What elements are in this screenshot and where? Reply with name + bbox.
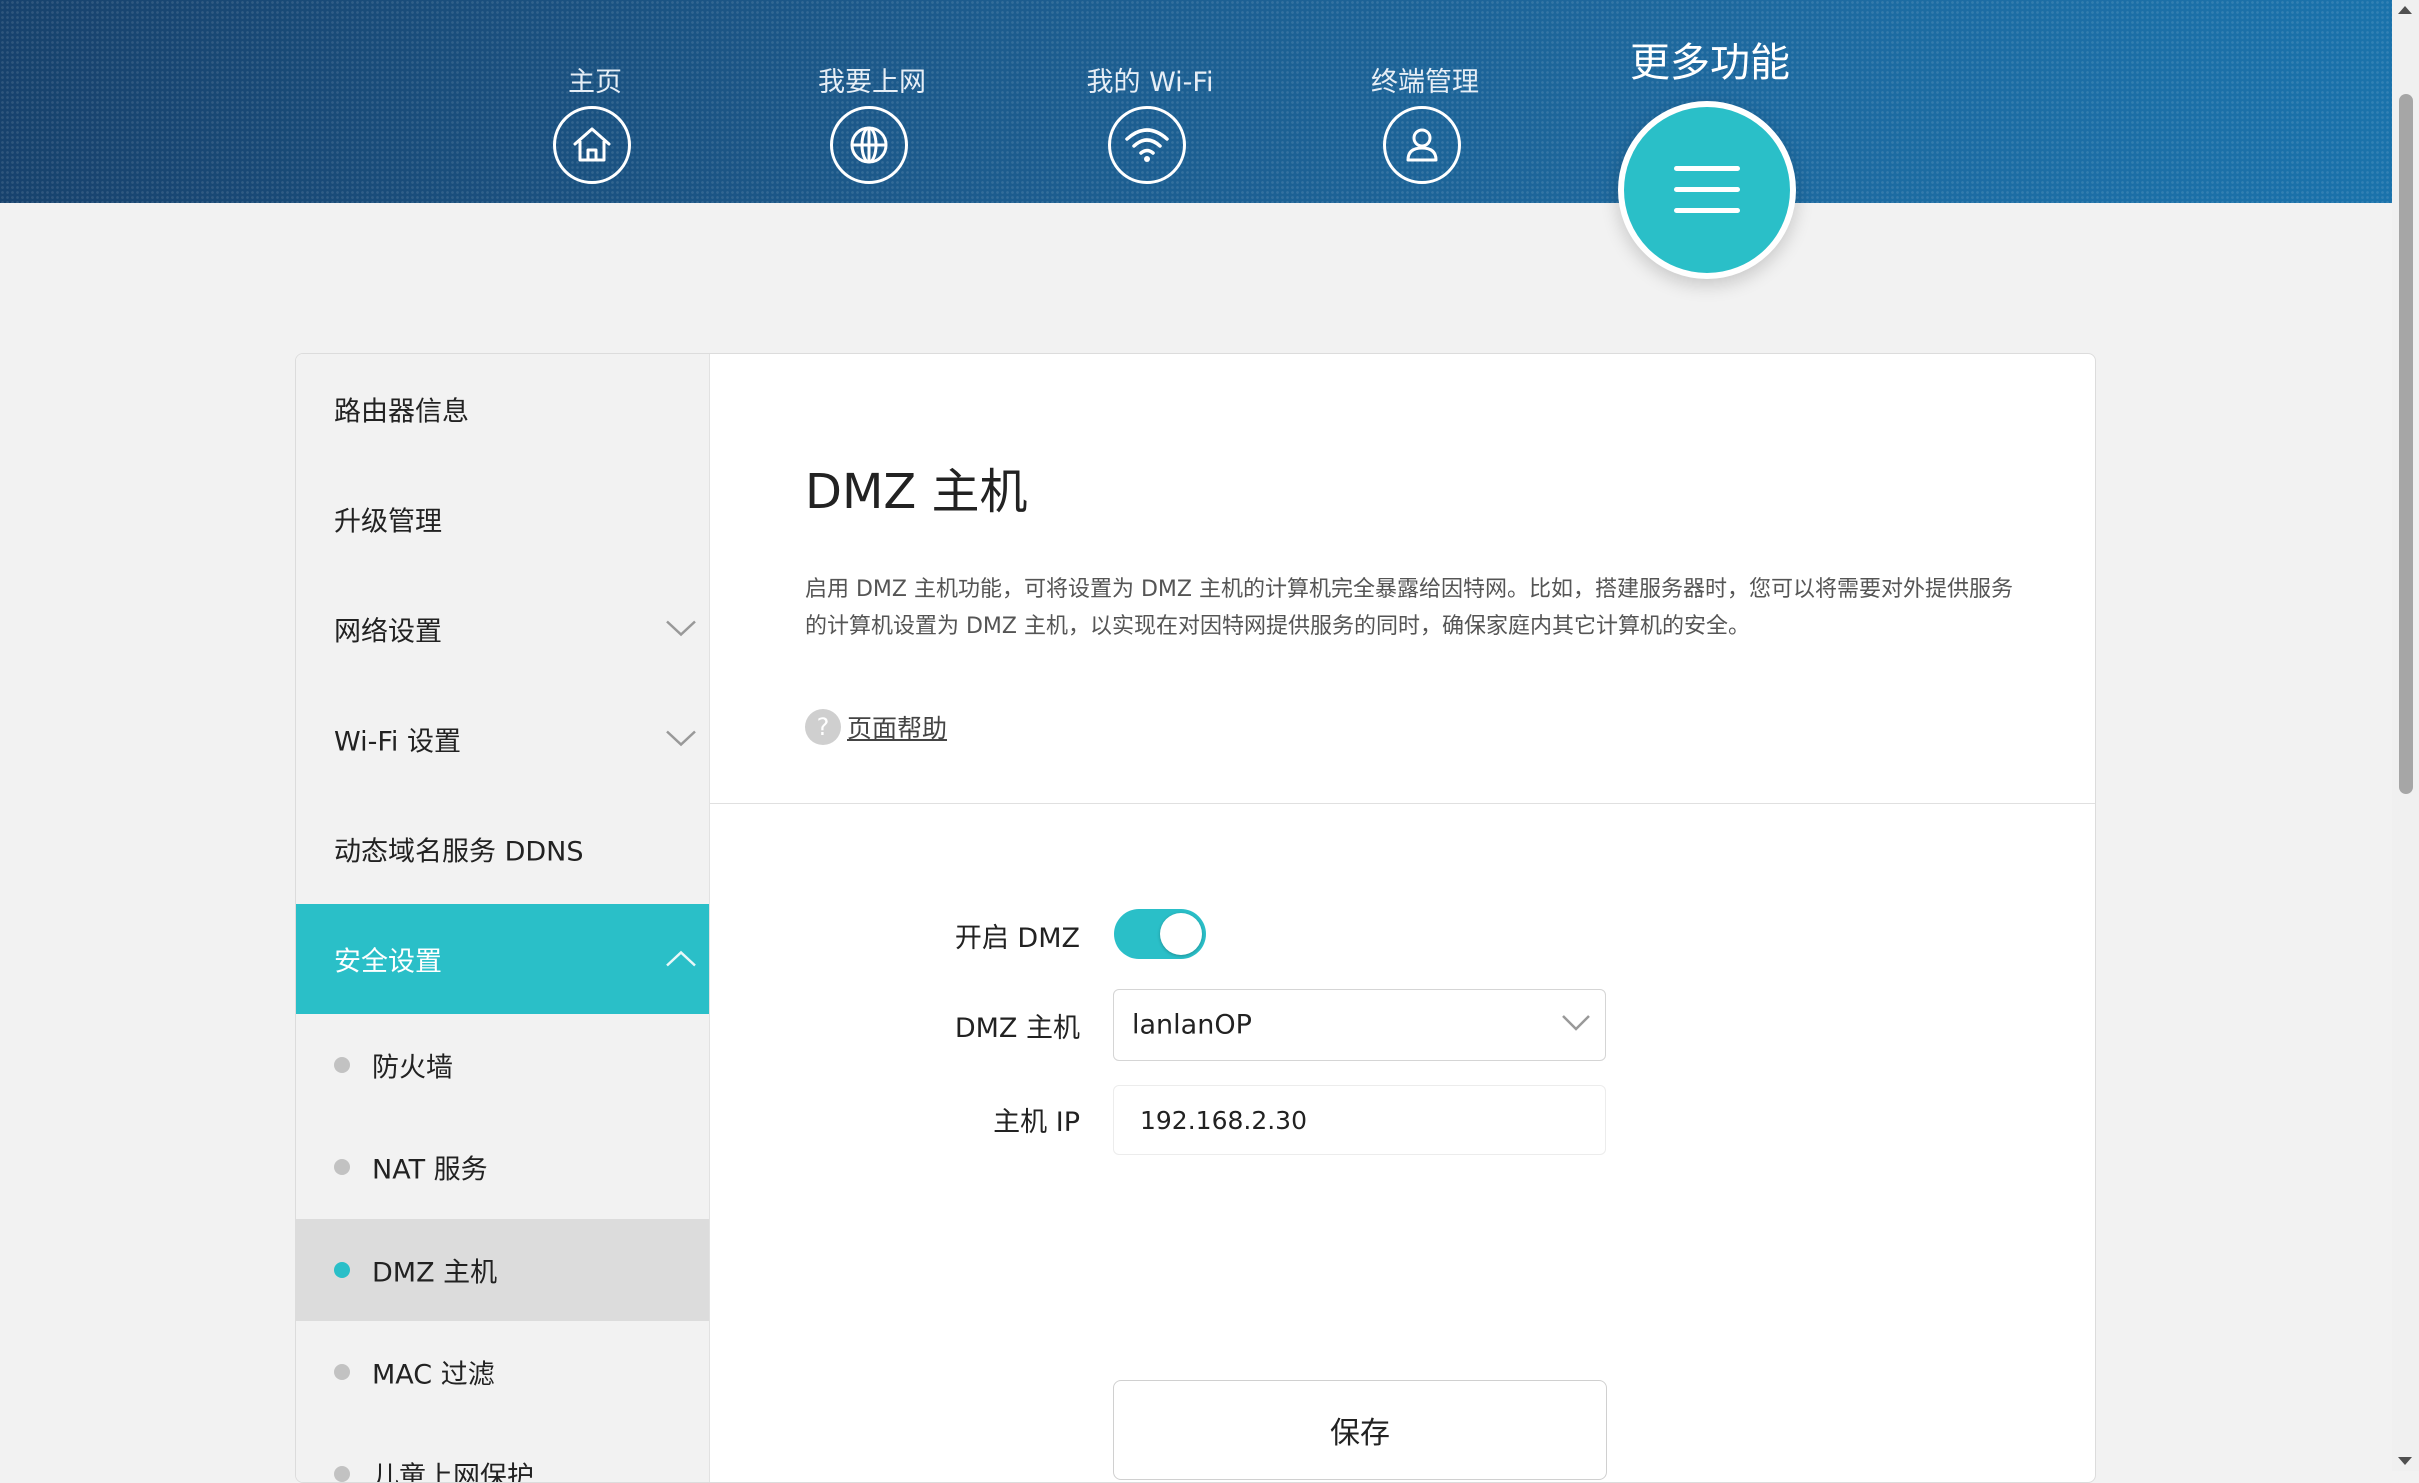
- dmz-host-select[interactable]: lanlanOP: [1113, 989, 1606, 1061]
- dmz-host-value: lanlanOP: [1132, 1010, 1252, 1041]
- scroll-up-icon[interactable]: [2398, 6, 2412, 14]
- sidebar-item-upgrade[interactable]: 升级管理: [296, 464, 709, 574]
- sidebar-item-ddns[interactable]: 动态域名服务 DDNS: [296, 794, 709, 904]
- sidebar-subitem-child-protection[interactable]: 儿童上网保护: [296, 1423, 709, 1483]
- nav-wifi-label: 我的 Wi-Fi: [1040, 60, 1260, 99]
- sidebar-item-label: 网络设置: [334, 610, 442, 649]
- sidebar-subitem-mac-filter[interactable]: MAC 过滤: [296, 1321, 709, 1423]
- sidebar-subitem-label: NAT 服务: [372, 1148, 488, 1187]
- nav-internet[interactable]: 我要上网: [762, 0, 982, 203]
- sidebar-item-label: 安全设置: [334, 940, 442, 979]
- sidebar-item-wifi[interactable]: Wi-Fi 设置: [296, 684, 709, 794]
- sidebar-item-security[interactable]: 安全设置: [296, 904, 709, 1014]
- sidebar-item-label: 动态域名服务 DDNS: [334, 830, 584, 869]
- nav-home-label: 主页: [485, 60, 705, 99]
- host-ip-input[interactable]: [1113, 1085, 1606, 1155]
- sidebar-subitem-label: 儿童上网保护: [372, 1455, 534, 1483]
- bullet-dot: [334, 1466, 350, 1482]
- sidebar-item-router-info[interactable]: 路由器信息: [296, 354, 709, 464]
- top-navigation-bar: 主页 我要上网 我的 Wi-Fi: [0, 0, 2392, 203]
- toggle-knob: [1160, 913, 1202, 955]
- bullet-dot: [334, 1262, 350, 1278]
- dmz-host-label: DMZ 主机: [710, 1006, 1080, 1045]
- bullet-dot: [334, 1057, 350, 1073]
- sidebar-subitem-label: DMZ 主机: [372, 1251, 497, 1290]
- page-scrollbar[interactable]: [2392, 0, 2419, 1471]
- nav-wifi[interactable]: 我的 Wi-Fi: [1040, 0, 1260, 203]
- sidebar-item-network[interactable]: 网络设置: [296, 574, 709, 684]
- nav-more-label[interactable]: 更多功能: [1590, 30, 1830, 88]
- page-description: 启用 DMZ 主机功能，可将设置为 DMZ 主机的计算机完全暴露给因特网。比如，…: [805, 571, 2015, 645]
- sidebar-item-label: Wi-Fi 设置: [334, 720, 461, 759]
- settings-panel: 路由器信息 升级管理 网络设置 Wi-Fi 设置 动态域名服务 DDNS 安全设…: [295, 353, 2096, 1483]
- save-button[interactable]: 保存: [1113, 1380, 1607, 1480]
- sidebar-item-label: 升级管理: [334, 500, 442, 539]
- help-icon: ?: [805, 709, 841, 745]
- sidebar-item-label: 路由器信息: [334, 390, 469, 429]
- scroll-thumb[interactable]: [2399, 94, 2413, 794]
- enable-dmz-toggle[interactable]: [1114, 909, 1206, 959]
- help-link[interactable]: ?页面帮助: [805, 709, 947, 745]
- nav-devices-label: 终端管理: [1315, 60, 1535, 99]
- nav-internet-label: 我要上网: [762, 60, 982, 99]
- sidebar-subitem-label: 防火墙: [372, 1046, 453, 1085]
- chevron-down-icon: [665, 614, 697, 645]
- page-title: DMZ 主机: [805, 452, 1028, 522]
- chevron-down-icon: [665, 724, 697, 755]
- divider: [710, 803, 2095, 804]
- sidebar-subitem-nat[interactable]: NAT 服务: [296, 1116, 709, 1218]
- menu-icon[interactable]: [1618, 101, 1796, 279]
- chevron-up-icon: [665, 944, 697, 975]
- wifi-icon: [1108, 106, 1186, 184]
- enable-dmz-label: 开启 DMZ: [710, 916, 1080, 955]
- user-icon: [1383, 106, 1461, 184]
- host-ip-label: 主机 IP: [710, 1100, 1080, 1139]
- sidebar: 路由器信息 升级管理 网络设置 Wi-Fi 设置 动态域名服务 DDNS 安全设…: [296, 354, 710, 1482]
- globe-icon: [830, 106, 908, 184]
- sidebar-subitem-dmz[interactable]: DMZ 主机: [296, 1219, 709, 1321]
- nav-devices[interactable]: 终端管理: [1315, 0, 1535, 203]
- help-link-label: 页面帮助: [847, 714, 947, 743]
- home-icon: [553, 106, 631, 184]
- scroll-down-icon[interactable]: [2398, 1457, 2412, 1465]
- sidebar-subitem-firewall[interactable]: 防火墙: [296, 1014, 709, 1116]
- main-content: DMZ 主机 启用 DMZ 主机功能，可将设置为 DMZ 主机的计算机完全暴露给…: [710, 354, 2095, 1482]
- bullet-dot: [334, 1364, 350, 1380]
- nav-home[interactable]: 主页: [485, 0, 705, 203]
- bullet-dot: [334, 1159, 350, 1175]
- chevron-down-icon: [1561, 1014, 1591, 1036]
- sidebar-subitem-label: MAC 过滤: [372, 1353, 495, 1392]
